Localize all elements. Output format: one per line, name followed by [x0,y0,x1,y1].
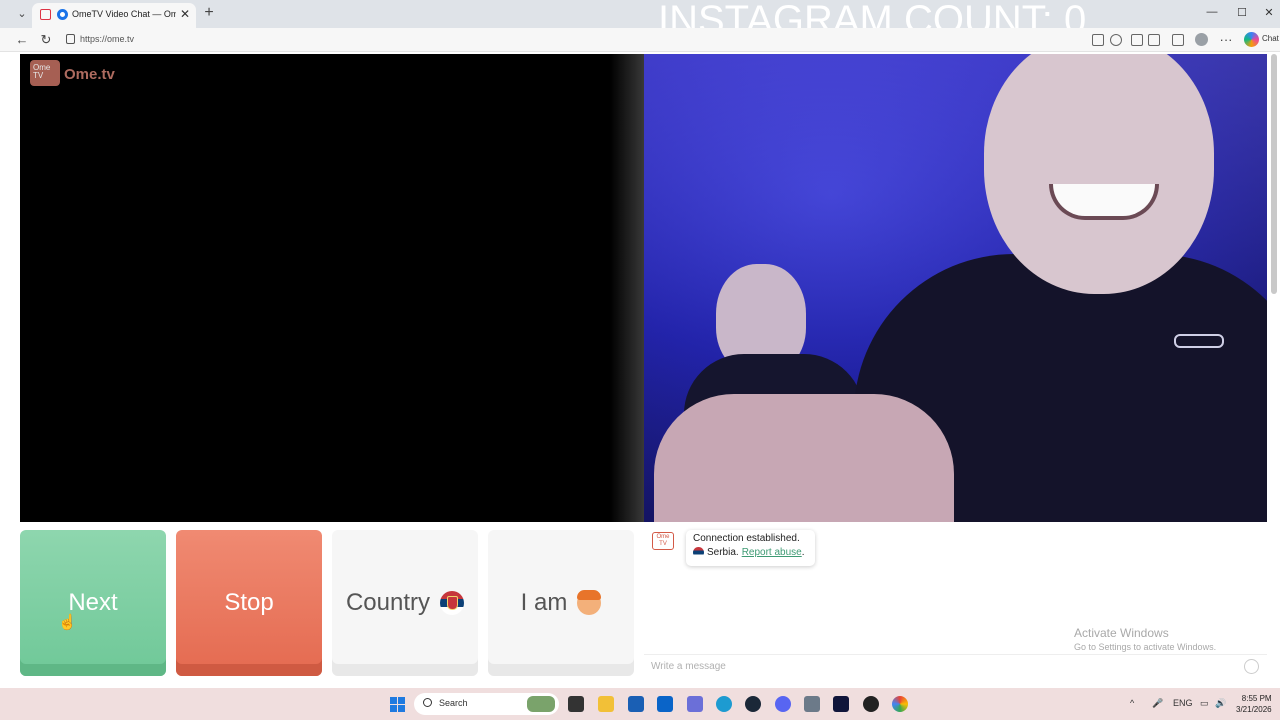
app-icon[interactable] [687,696,703,712]
clock-date: 3/21/2026 [1236,705,1272,714]
tab-title: OmeTV Video Chat — Omegle [72,9,176,19]
country-button[interactable]: Country [332,530,478,676]
edge-icon[interactable] [716,696,732,712]
tray-overflow-icon[interactable]: ^ [1130,698,1134,708]
split-screen-icon[interactable] [1148,34,1160,46]
microphone-icon[interactable]: 🎤 [1152,698,1163,709]
remote-video [644,54,1267,522]
iam-label: I am [520,589,568,616]
serbia-flag-icon [440,591,465,615]
window-close-button[interactable]: ✕ [1262,6,1276,22]
ometv-favicon-icon [57,9,68,20]
address-bar[interactable]: https://ome.tv [60,31,1090,49]
boy-icon [577,590,602,615]
partner-info: Serbia. Report abuse. [693,547,808,558]
emoji-icon[interactable] [1244,659,1259,674]
lock-icon [66,34,75,44]
stop-button[interactable]: Stop [176,530,322,676]
chat-panel: Ome TV Connection established. Serbia. R… [644,522,1267,688]
activate-windows-watermark: Activate Windows Go to Settings to activ… [1074,626,1216,652]
raised-hand [654,394,954,522]
search-highlight-icon [527,696,555,712]
shirt-logo [1174,334,1224,348]
favorite-star-icon[interactable] [1131,34,1143,46]
back-button[interactable]: ← [14,32,30,48]
partner-country: Serbia. [707,547,739,558]
stop-label: Stop [224,589,274,616]
network-icon[interactable]: ▭ [1200,698,1209,709]
ometv-badge: Ome TV [30,60,60,86]
copilot-icon[interactable] [1244,32,1259,47]
reload-button[interactable]: ↻ [38,32,54,48]
recording-app-icon[interactable] [863,696,879,712]
connection-status: Connection established. [693,533,800,544]
steam-icon[interactable] [745,696,761,712]
new-tab-button[interactable]: + [201,4,217,22]
tab-list-button[interactable]: ⌄ [14,6,30,22]
local-video: Ome TV Ome.tv [20,54,645,522]
taskbar-search[interactable]: Search [414,693,559,715]
report-abuse-link[interactable]: Report abuse [742,547,802,558]
system-clock[interactable]: 8:55 PM 3/21/2026 [1236,693,1272,715]
browser-toolbar: ← ↻ https://ome.tv ··· Chat [0,28,1280,52]
obs-icon[interactable] [833,696,849,712]
report-suffix: . [801,547,805,558]
message-composer [644,654,1267,678]
country-label: Country [345,589,431,616]
activate-title: Activate Windows [1074,626,1169,640]
ometv-page: Ome TV Ome.tv Next Stop Country I am ☝ O… [0,52,1280,688]
activate-subtitle: Go to Settings to activate Windows. [1074,642,1217,652]
next-button[interactable]: Next [20,530,166,676]
app-available-icon[interactable] [1092,34,1104,46]
minimize-button[interactable]: — [1205,6,1219,22]
ometv-chat-avatar: Ome TV [652,532,674,550]
profile-avatar[interactable] [1195,33,1208,46]
clock-time: 8:55 PM [1241,694,1272,703]
settings-menu-icon[interactable]: ··· [1218,32,1234,48]
start-button[interactable] [390,697,405,712]
address-url: https://ome.tv [80,34,135,44]
volume-icon[interactable]: 🔊 [1215,698,1226,709]
language-indicator[interactable]: ENG [1173,698,1193,708]
logo-wordmark: Ome.tv [64,66,115,83]
tab-close-button[interactable]: ✕ [180,7,190,21]
windows-taskbar: Search ^ 🎤 ENG ▭ 🔊 8:55 PM 3/21/2026 [0,688,1280,720]
store-icon[interactable] [628,696,644,712]
outlook-icon[interactable] [657,696,673,712]
taskbar-search-label: Search [439,698,468,708]
gender-button[interactable]: I am [488,530,634,676]
page-scrollbar[interactable] [1271,54,1277,294]
file-explorer-icon[interactable] [598,696,614,712]
logo-badge-text: Ome TV [33,63,51,80]
person-head [984,54,1214,294]
search-icon [423,698,432,707]
maximize-button[interactable]: ☐ [1235,6,1249,22]
chrome-icon[interactable] [892,696,908,712]
browser-tab-bar: ⌄ OmeTV Video Chat — Omegle ✕ + INSTAGRA… [0,0,1280,28]
stream-overlay-text: INSTAGRAM COUNT: 0 [658,0,1087,28]
task-view-icon[interactable] [568,696,584,712]
ometv-logo: Ome TV Ome.tv [30,60,122,88]
settings-icon[interactable] [804,696,820,712]
hand-cursor-icon: ☝ [58,614,77,631]
tab-ometv[interactable]: OmeTV Video Chat — Omegle ✕ [32,3,196,28]
refresh-page-icon[interactable] [1110,34,1122,46]
copilot-label[interactable]: Chat [1262,34,1279,43]
favorites-icon[interactable] [1172,34,1184,46]
system-message: Connection established. Serbia. Report a… [686,530,815,566]
discord-icon[interactable] [775,696,791,712]
tab-action-icon[interactable] [40,9,51,20]
message-input[interactable] [644,655,1224,677]
serbia-flag-icon [693,547,704,558]
